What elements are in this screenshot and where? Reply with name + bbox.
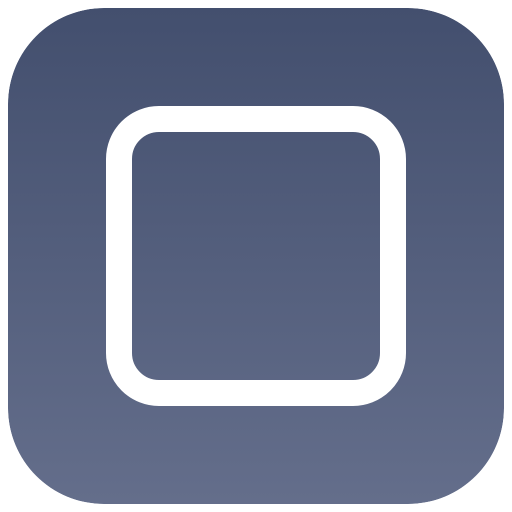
rounded-square-icon	[8, 8, 504, 504]
app-icon[interactable]	[8, 8, 504, 504]
icon-background	[8, 8, 504, 504]
canvas	[0, 0, 512, 512]
